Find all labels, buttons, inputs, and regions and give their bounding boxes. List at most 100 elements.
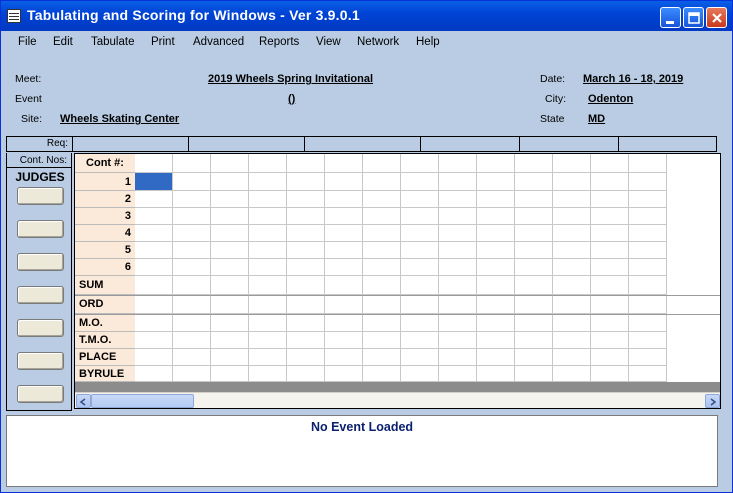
score-cell[interactable] [363, 173, 401, 191]
score-cell[interactable] [325, 208, 363, 225]
score-cell[interactable] [135, 173, 173, 191]
score-cell[interactable] [553, 314, 591, 332]
score-cell[interactable] [439, 295, 477, 314]
score-cell[interactable] [553, 295, 591, 314]
score-cell[interactable] [363, 366, 401, 382]
score-cell[interactable] [439, 208, 477, 225]
score-cell[interactable] [287, 173, 325, 191]
score-cell[interactable] [325, 366, 363, 382]
menu-network[interactable]: Network [357, 36, 399, 48]
grid-header-cell[interactable] [249, 154, 287, 173]
req-cell[interactable] [619, 137, 716, 151]
scroll-left-button[interactable] [76, 394, 91, 408]
score-cell[interactable] [515, 259, 553, 276]
minimize-button[interactable] [660, 7, 681, 28]
score-cell[interactable] [325, 276, 363, 295]
score-cell[interactable] [249, 314, 287, 332]
score-cell[interactable] [211, 191, 249, 208]
score-cell[interactable] [401, 276, 439, 295]
score-cell[interactable] [173, 332, 211, 349]
score-cell[interactable] [515, 314, 553, 332]
grid-header-cell[interactable] [325, 154, 363, 173]
score-cell[interactable] [135, 295, 173, 314]
req-cell[interactable] [73, 137, 189, 151]
score-cell[interactable] [401, 191, 439, 208]
score-cell[interactable] [249, 349, 287, 366]
score-cell[interactable] [477, 259, 515, 276]
grid-header-cell[interactable] [401, 154, 439, 173]
score-cell[interactable] [439, 225, 477, 242]
judge-button-7[interactable] [17, 385, 64, 403]
score-cell[interactable] [173, 191, 211, 208]
judge-button-4[interactable] [17, 286, 64, 304]
score-cell[interactable] [249, 225, 287, 242]
score-cell[interactable] [173, 208, 211, 225]
score-cell[interactable] [515, 276, 553, 295]
grid-header-cell[interactable] [553, 154, 591, 173]
score-cell[interactable] [591, 173, 629, 191]
score-cell[interactable] [477, 332, 515, 349]
score-cell[interactable] [173, 225, 211, 242]
score-cell[interactable] [211, 225, 249, 242]
score-cell[interactable] [439, 191, 477, 208]
score-cell[interactable] [553, 259, 591, 276]
score-cell[interactable] [591, 225, 629, 242]
score-cell[interactable] [211, 276, 249, 295]
score-cell[interactable] [325, 349, 363, 366]
score-cell[interactable] [211, 259, 249, 276]
score-cell[interactable] [401, 349, 439, 366]
grid-header-cell[interactable] [591, 154, 629, 173]
req-cell[interactable] [189, 137, 305, 151]
score-cell[interactable] [325, 259, 363, 276]
grid-header-cell[interactable] [515, 154, 553, 173]
score-cell[interactable] [211, 295, 249, 314]
score-cell[interactable] [249, 295, 287, 314]
menu-edit[interactable]: Edit [53, 36, 73, 48]
score-cell[interactable] [591, 191, 629, 208]
score-cell[interactable] [249, 366, 287, 382]
score-cell[interactable] [363, 332, 401, 349]
score-cell[interactable] [401, 295, 439, 314]
score-cell[interactable] [401, 332, 439, 349]
score-cell[interactable] [135, 276, 173, 295]
score-cell[interactable] [553, 242, 591, 259]
score-cell[interactable] [591, 276, 629, 295]
score-cell[interactable] [515, 191, 553, 208]
score-cell[interactable] [249, 332, 287, 349]
score-cell[interactable] [287, 295, 325, 314]
score-cell[interactable] [173, 173, 211, 191]
score-cell[interactable] [401, 366, 439, 382]
score-cell[interactable] [211, 366, 249, 382]
score-cell[interactable] [591, 242, 629, 259]
req-cell[interactable] [421, 137, 520, 151]
score-cell[interactable] [287, 208, 325, 225]
score-cell[interactable] [363, 191, 401, 208]
score-cell[interactable] [135, 366, 173, 382]
score-cell[interactable] [515, 332, 553, 349]
score-cell[interactable] [287, 349, 325, 366]
score-cell[interactable] [553, 366, 591, 382]
score-cell[interactable] [325, 242, 363, 259]
score-cell[interactable] [439, 349, 477, 366]
score-cell[interactable] [477, 295, 515, 314]
score-cell[interactable] [249, 173, 287, 191]
score-cell[interactable] [439, 276, 477, 295]
score-cell[interactable] [629, 276, 667, 295]
grid-header-cell[interactable] [629, 154, 667, 173]
score-cell[interactable] [325, 332, 363, 349]
score-cell[interactable] [515, 349, 553, 366]
score-cell[interactable] [553, 191, 591, 208]
maximize-button[interactable] [683, 7, 704, 28]
score-cell[interactable] [249, 276, 287, 295]
score-cell[interactable] [629, 208, 667, 225]
score-cell[interactable] [629, 225, 667, 242]
score-cell[interactable] [211, 242, 249, 259]
score-cell[interactable] [553, 276, 591, 295]
score-cell[interactable] [287, 276, 325, 295]
score-cell[interactable] [477, 242, 515, 259]
score-cell[interactable] [211, 173, 249, 191]
score-cell[interactable] [287, 366, 325, 382]
score-cell[interactable] [629, 349, 667, 366]
score-cell[interactable] [211, 208, 249, 225]
score-cell[interactable] [629, 314, 667, 332]
